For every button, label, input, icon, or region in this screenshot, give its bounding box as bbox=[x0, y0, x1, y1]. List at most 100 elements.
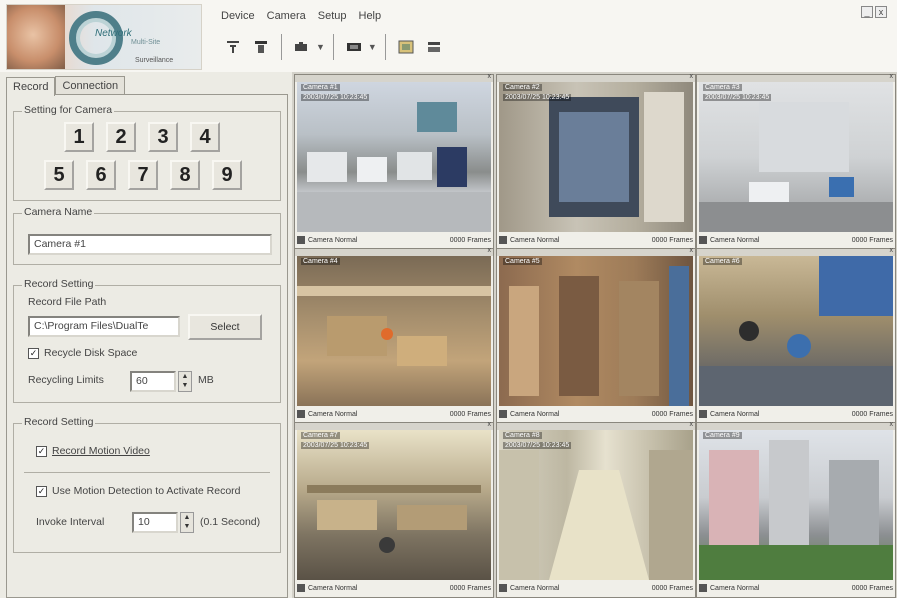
close-icon[interactable]: x bbox=[488, 73, 492, 80]
camera-tile-titlebar: x bbox=[497, 73, 695, 82]
camera-tile-6[interactable]: x Camera #6 Camera Normal 0000 Frames bbox=[696, 247, 896, 424]
camera-frames-text: 0000 Frames bbox=[651, 584, 693, 592]
camera-8-button[interactable]: 8 bbox=[170, 160, 200, 190]
close-button[interactable]: x bbox=[875, 6, 887, 18]
top-bar: Network Multi-Site Surveillance Device C… bbox=[0, 0, 897, 72]
record-button[interactable] bbox=[221, 36, 245, 58]
record-setting-title: Record Setting bbox=[22, 278, 96, 290]
camera-7-button[interactable]: 7 bbox=[128, 160, 158, 190]
invoke-interval-spinner[interactable]: ▲ ▼ bbox=[180, 512, 194, 533]
camera-1-button[interactable]: 1 bbox=[64, 122, 94, 152]
record-status-icon[interactable] bbox=[699, 236, 707, 244]
camera-5-button[interactable]: 5 bbox=[44, 160, 74, 190]
recycling-limits-spinner[interactable]: ▲ ▼ bbox=[178, 371, 192, 392]
camera-tile-7[interactable]: x Camera #7 2003/07/25 10:23:45 Camera N… bbox=[294, 421, 494, 598]
camera-tile-titlebar: x bbox=[497, 421, 695, 430]
tab-record[interactable]: Record bbox=[6, 77, 56, 96]
camera-tile-9[interactable]: x Camera #9 Camera Normal 0000 Frames bbox=[696, 421, 896, 598]
recycling-limits-input[interactable]: 60 bbox=[130, 371, 176, 392]
record-status-icon[interactable] bbox=[499, 236, 507, 244]
camera-osd-time: 2003/07/25 10:23:45 bbox=[703, 94, 772, 101]
record-status-icon[interactable] bbox=[699, 584, 707, 592]
record-status-icon[interactable] bbox=[297, 236, 305, 244]
camera-frames-text: 0000 Frames bbox=[651, 410, 693, 418]
snapshot-button[interactable] bbox=[394, 36, 418, 58]
record-status-icon[interactable] bbox=[297, 410, 305, 418]
stop-button[interactable] bbox=[249, 36, 273, 58]
camera-button[interactable] bbox=[290, 36, 314, 58]
close-icon[interactable]: x bbox=[890, 421, 894, 428]
factory-floor-scene bbox=[307, 485, 481, 553]
camera-tile-1[interactable]: x Camera #1 2003/07/25 10:23:45 Camera N… bbox=[294, 73, 494, 250]
camera-2-button[interactable]: 2 bbox=[106, 122, 136, 152]
camera-feed-1 bbox=[297, 82, 491, 232]
camera-3-button[interactable]: 3 bbox=[148, 122, 178, 152]
shelving-scene bbox=[509, 266, 689, 406]
recycle-disk-checkbox[interactable]: ✓ bbox=[28, 348, 39, 359]
camera-status-bar: Camera Normal 0000 Frames bbox=[499, 581, 693, 595]
camera-feed-3 bbox=[699, 82, 893, 232]
camera-osd-time: 2003/07/25 10:23:45 bbox=[503, 94, 572, 101]
camera-osd-time: 2003/07/25 10:23:45 bbox=[301, 94, 370, 101]
record-status-icon[interactable] bbox=[499, 584, 507, 592]
camera-tile-titlebar: x bbox=[295, 421, 493, 430]
office-scene bbox=[297, 102, 491, 232]
camera-frames-text: 0000 Frames bbox=[651, 236, 693, 244]
camera-status-text: Camera Normal bbox=[710, 410, 760, 418]
camera-status-text: Camera Normal bbox=[308, 236, 358, 244]
menu-setup[interactable]: Setup bbox=[318, 10, 347, 22]
toolbar-separator bbox=[332, 34, 334, 60]
close-icon[interactable]: x bbox=[690, 247, 694, 254]
camera-osd-label: Camera #2 bbox=[503, 84, 542, 91]
camera-tile-2[interactable]: x Camera #2 2003/07/25 10:23:45 Camera N… bbox=[496, 73, 696, 250]
tab-panel: Setting for Camera 1 2 3 4 5 6 7 8 9 Cam… bbox=[6, 94, 288, 598]
record-motion-checkbox[interactable]: ✓ bbox=[36, 446, 47, 457]
spin-up-icon[interactable]: ▲ bbox=[181, 513, 193, 522]
close-icon[interactable]: x bbox=[690, 73, 694, 80]
camera-dropdown-arrow[interactable]: ▼ bbox=[316, 42, 325, 52]
select-path-button[interactable]: Select bbox=[188, 314, 262, 340]
record-status-icon[interactable] bbox=[699, 410, 707, 418]
settings-button[interactable] bbox=[422, 36, 446, 58]
tab-connection[interactable]: Connection bbox=[55, 76, 126, 95]
invoke-interval-input[interactable]: 10 bbox=[132, 512, 178, 533]
menu-camera[interactable]: Camera bbox=[267, 10, 306, 22]
corridor-scene bbox=[499, 450, 693, 580]
monitor-dropdown-arrow[interactable]: ▼ bbox=[368, 42, 377, 52]
use-motion-label: Use Motion Detection to Activate Record bbox=[52, 485, 241, 497]
camera-tile-8[interactable]: x Camera #8 2003/07/25 10:23:45 Camera N… bbox=[496, 421, 696, 598]
camera-9-button[interactable]: 9 bbox=[212, 160, 242, 190]
use-motion-checkbox[interactable]: ✓ bbox=[36, 486, 47, 497]
camera-name-input[interactable]: Camera #1 bbox=[28, 234, 272, 255]
close-icon[interactable]: x bbox=[488, 247, 492, 254]
record-status-icon[interactable] bbox=[499, 410, 507, 418]
camera-tile-titlebar: x bbox=[697, 247, 895, 256]
camera-tile-3[interactable]: x Camera #3 2003/07/25 10:23:45 Camera N… bbox=[696, 73, 896, 250]
camera-6-button[interactable]: 6 bbox=[86, 160, 116, 190]
camera-status-bar: Camera Normal 0000 Frames bbox=[699, 581, 893, 595]
close-icon[interactable]: x bbox=[890, 247, 894, 254]
camera-tile-5[interactable]: x Camera #5 Camera Normal 0000 Frames bbox=[496, 247, 696, 424]
close-icon[interactable]: x bbox=[890, 73, 894, 80]
close-icon[interactable]: x bbox=[690, 421, 694, 428]
camera-osd-label: Camera #3 bbox=[703, 84, 742, 91]
menu-help[interactable]: Help bbox=[359, 10, 382, 22]
menu-device[interactable]: Device bbox=[221, 10, 255, 22]
camera-status-bar: Camera Normal 0000 Frames bbox=[699, 407, 893, 421]
camera-tile-4[interactable]: x Camera #4 Camera Normal 0000 Frames bbox=[294, 247, 494, 424]
spin-down-icon[interactable]: ▼ bbox=[181, 522, 193, 531]
record-path-input[interactable]: C:\Program Files\DualTe bbox=[28, 316, 180, 337]
camera-frames-text: 0000 Frames bbox=[449, 584, 491, 592]
close-icon[interactable]: x bbox=[488, 421, 492, 428]
camera-4-button[interactable]: 4 bbox=[190, 122, 220, 152]
monitor-button[interactable] bbox=[342, 36, 366, 58]
camera-status-bar: Camera Normal 0000 Frames bbox=[297, 407, 491, 421]
camera-feed-9 bbox=[699, 430, 893, 580]
toolbar-separator bbox=[281, 34, 282, 60]
spin-down-icon[interactable]: ▼ bbox=[179, 381, 191, 390]
camera-osd-label: Camera #6 bbox=[703, 258, 742, 265]
minimize-button[interactable]: _ bbox=[861, 6, 873, 18]
record-setting-motion-group: Record Setting ✓ Record Motion Video ✓ U… bbox=[13, 416, 281, 553]
record-status-icon[interactable] bbox=[297, 584, 305, 592]
spin-up-icon[interactable]: ▲ bbox=[179, 372, 191, 381]
